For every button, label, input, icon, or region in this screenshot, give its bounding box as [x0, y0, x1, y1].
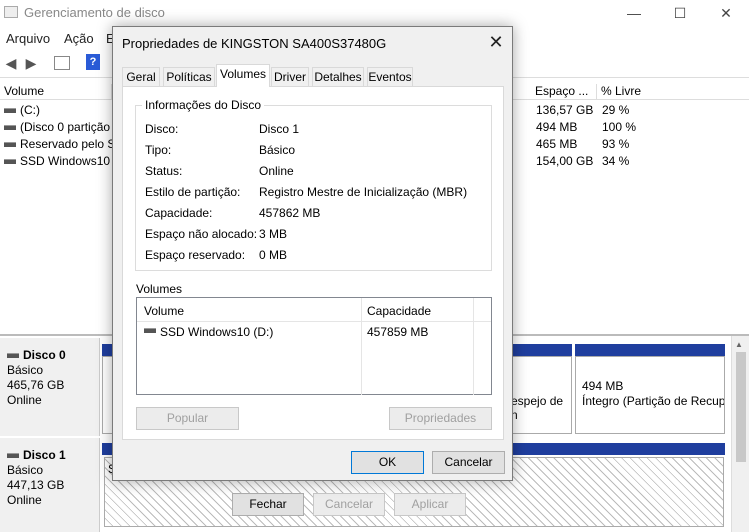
- col-volume[interactable]: Volume: [0, 84, 112, 100]
- disk-status: Online: [7, 393, 42, 407]
- info-value: Básico: [259, 143, 296, 157]
- disk-icon: [7, 353, 19, 358]
- tab-geral[interactable]: Geral: [122, 67, 160, 86]
- partition-bar: [575, 344, 725, 356]
- info-label: Capacidade:: [145, 206, 213, 220]
- info-value: Online: [259, 164, 294, 178]
- info-value: Registro Mestre de Inicialização (MBR): [259, 185, 468, 199]
- dialog-title: Propriedades de KINGSTON SA400S37480G: [122, 36, 387, 51]
- aplicar-button[interactable]: Aplicar: [394, 493, 466, 516]
- cancelar-button[interactable]: Cancelar: [432, 451, 505, 474]
- propriedades-button[interactable]: Propriedades: [389, 407, 492, 430]
- livre-value: 93 %: [602, 137, 630, 151]
- volumes-table-header: Volume Capacidade: [137, 298, 491, 395]
- properties-dialog: Propriedades de KINGSTON SA400S37480G ✕ …: [112, 26, 513, 481]
- tab-politicas[interactable]: Políticas: [163, 67, 215, 86]
- drive-icon: [4, 142, 16, 148]
- tab-driver[interactable]: Driver: [271, 67, 309, 86]
- minimize-button[interactable]: —: [611, 2, 657, 24]
- disk-status: Online: [7, 493, 42, 507]
- column-divider: [473, 298, 474, 395]
- scroll-up-icon[interactable]: ▲: [735, 340, 743, 349]
- livre-value: 34 %: [602, 154, 630, 168]
- popular-button[interactable]: Popular: [136, 407, 239, 430]
- espaco-value: 494 MB: [536, 120, 578, 134]
- menu-arquivo[interactable]: Arquivo: [6, 31, 50, 46]
- tab-volumes[interactable]: Volumes: [216, 64, 270, 87]
- info-label: Tipo:: [145, 143, 172, 157]
- partition-status: espejo de n: [511, 394, 564, 422]
- espaco-value: 136,57 GB: [536, 103, 594, 117]
- volume-name: Reservado pelo Sis: [20, 137, 112, 151]
- drive-icon: [144, 328, 156, 333]
- maximize-button[interactable]: ☐: [657, 2, 703, 24]
- ok-button[interactable]: OK: [351, 451, 424, 474]
- disk-type: Básico: [7, 363, 44, 377]
- drive-icon: [4, 108, 16, 114]
- disk-type: Básico: [7, 463, 44, 477]
- fechar-button[interactable]: Fechar: [232, 493, 304, 516]
- tab-detalhes[interactable]: Detalhes: [312, 67, 364, 86]
- vt-col-capacidade[interactable]: Capacidade: [367, 304, 431, 318]
- info-value: 3 MB: [259, 227, 288, 241]
- info-label: Estilo de partição:: [145, 185, 241, 199]
- livre-value: 29 %: [602, 103, 630, 117]
- info-value: 457862 MB: [259, 206, 321, 220]
- volumes-table: Volume Capacidade SSD Windows10 (D:) 457…: [136, 297, 492, 395]
- vt-volume-value: SSD Windows10 (D:): [160, 325, 274, 339]
- disk-info-title: Informações do Disco: [142, 98, 265, 112]
- espaco-value: 465 MB: [536, 137, 578, 151]
- partition-status: Íntegro (Partição de Recup: [582, 394, 724, 408]
- menu-acao[interactable]: Ação: [64, 31, 94, 46]
- title-bar: Gerenciamento de disco — ☐ ✕: [0, 0, 749, 26]
- info-label: Espaço reservado:: [145, 248, 246, 262]
- volume-name: (Disco 0 partição 3: [20, 120, 112, 134]
- info-value: 0 MB: [259, 248, 288, 262]
- dialog-close-button[interactable]: ✕: [485, 31, 507, 53]
- disk-0-label[interactable]: Disco 0 Básico 465,76 GB Online: [0, 338, 100, 436]
- info-label: Status:: [145, 164, 183, 178]
- disk-size: 465,76 GB: [7, 378, 65, 392]
- back-cancelar-button[interactable]: Cancelar: [313, 493, 385, 516]
- espaco-value: 154,00 GB: [536, 154, 594, 168]
- volumes-label: Volumes: [136, 282, 183, 296]
- drive-icon: [4, 159, 16, 165]
- close-button[interactable]: ✕: [703, 2, 749, 24]
- app-icon: [4, 6, 18, 18]
- disk-1-label[interactable]: Disco 1 Básico 447,13 GB Online: [0, 438, 100, 532]
- table-row[interactable]: SSD Windows10 (D:) 457859 MB: [137, 322, 491, 342]
- forward-arrow-icon[interactable]: ▶: [22, 54, 40, 72]
- scroll-thumb[interactable]: [736, 352, 746, 462]
- disk-name: Disco 0: [23, 348, 66, 362]
- vt-capacidade-value: 457859 MB: [367, 325, 429, 339]
- console-tree-icon[interactable]: [54, 56, 70, 70]
- tab-eventos[interactable]: Eventos: [367, 67, 413, 86]
- window-title: Gerenciamento de disco: [24, 5, 165, 20]
- disk-size: 447,13 GB: [7, 478, 65, 492]
- col-livre[interactable]: % Livre: [597, 84, 731, 100]
- partition-size: 494 MB: [582, 379, 624, 393]
- back-arrow-icon[interactable]: ◀: [2, 54, 20, 72]
- col-espaco[interactable]: Espaço ...: [531, 84, 597, 100]
- partition-block[interactable]: 494 MB Íntegro (Partição de Recup: [575, 356, 725, 434]
- vertical-scrollbar[interactable]: ▲: [731, 336, 749, 532]
- vt-col-volume[interactable]: Volume: [144, 304, 184, 318]
- livre-value: 100 %: [602, 120, 637, 134]
- disk-name: Disco 1: [23, 448, 66, 462]
- info-value: Disco 1: [259, 122, 300, 136]
- drive-icon: [4, 125, 16, 131]
- info-label: Disco:: [145, 122, 179, 136]
- column-divider: [361, 298, 362, 395]
- volume-name: (C:): [20, 103, 40, 117]
- help-icon[interactable]: ?: [86, 54, 100, 70]
- volume-name: SSD Windows10 (D: [20, 154, 112, 168]
- info-label: Espaço não alocado:: [145, 227, 258, 241]
- disk-icon: [7, 453, 19, 458]
